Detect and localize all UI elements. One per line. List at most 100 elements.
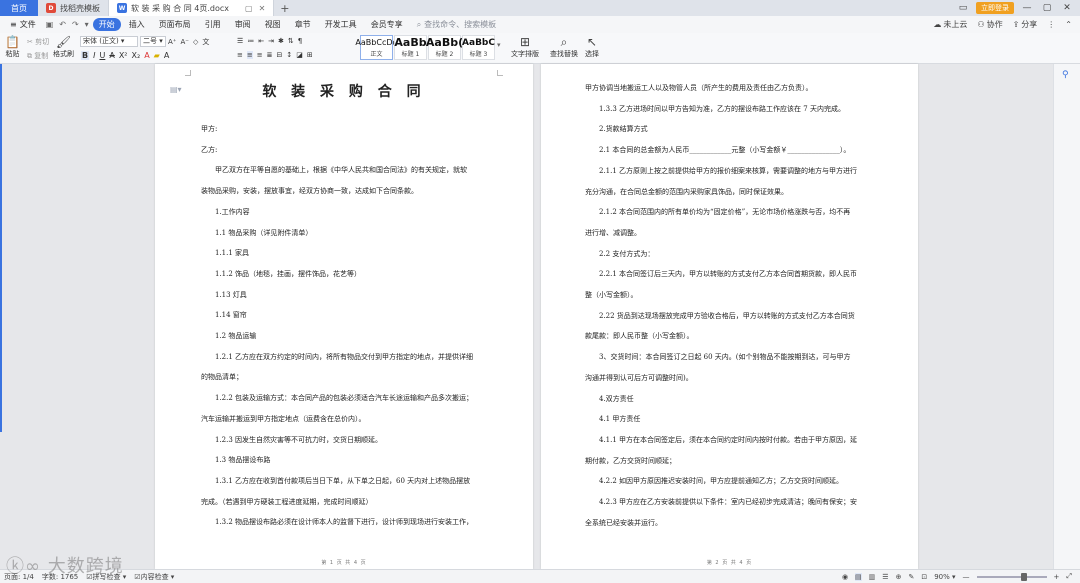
shading-icon[interactable]: ◪	[296, 51, 303, 59]
find-replace-button[interactable]: ⌕ 查找替换	[550, 36, 578, 59]
document-paragraph-line[interactable]: 1.13 灯具	[215, 285, 247, 306]
page-1[interactable]: 软 装 采 购 合 同 甲方: 乙方: 甲乙双方在平等自愿的基础上，根据《中华人民共…	[155, 64, 533, 569]
document-paragraph-line[interactable]: 乙方:	[201, 140, 217, 161]
document-paragraph-line[interactable]: 4.1 甲方责任	[599, 409, 640, 430]
document-paragraph-line[interactable]: 1.2.2 包装及运输方式：本合同产品的包装必须适合汽车长途运输和产品多次搬运；	[215, 388, 473, 409]
document-paragraph-line[interactable]: 进行增、减调整。	[585, 223, 641, 244]
pen-icon[interactable]: ✎	[908, 573, 914, 581]
menu-member[interactable]: 会员专享	[365, 18, 409, 31]
collapse-ribbon-icon[interactable]: ⌃	[1065, 19, 1072, 30]
collaborate-button[interactable]: ⚇ 协作	[977, 19, 1002, 30]
more-icon[interactable]: ▾	[83, 20, 91, 29]
select-button[interactable]: ↖ 选择	[585, 36, 599, 59]
cut-button[interactable]: ✂ 剪切	[27, 37, 49, 47]
document-paragraph-line[interactable]: 3、交货时间：本合同签订之日起 60 天内。(如个别物品不能按期到达，可与甲方	[599, 347, 851, 368]
sort-icon[interactable]: ⇅	[288, 37, 294, 45]
fullscreen-icon[interactable]: ⤢	[1066, 572, 1072, 581]
font-size-select[interactable]: 二号 ▾	[140, 36, 166, 47]
login-button[interactable]: 立即登录	[976, 2, 1014, 14]
document-paragraph-line[interactable]: 2.货款结算方式	[599, 119, 648, 140]
bold-icon[interactable]: B	[81, 51, 90, 60]
document-paragraph-line[interactable]: 的物品清单；	[201, 367, 243, 388]
text-layout-button[interactable]: ⊞ 文字排版	[511, 36, 539, 59]
eye-protection-icon[interactable]: ◉	[842, 573, 848, 581]
redo-icon[interactable]: ↷	[70, 20, 81, 29]
document-paragraph-line[interactable]: 1.2.3 因发生自然灾害等不可抗力时，交货日期顺延。	[215, 430, 382, 451]
tab-menu-icon[interactable]: ▢	[245, 4, 253, 13]
format-painter-button[interactable]: 🖌 格式刷	[53, 36, 74, 59]
document-paragraph-line[interactable]: 1.14 窗帘	[215, 305, 247, 326]
menu-page-layout[interactable]: 页面布局	[153, 18, 197, 31]
document-paragraph-line[interactable]: 整（小写金额）。	[585, 285, 638, 306]
bullet-list-icon[interactable]: ☰	[237, 37, 243, 45]
document-title[interactable]: 软 装 采 购 合 同	[155, 81, 533, 101]
strikethrough-icon[interactable]: A	[109, 51, 114, 60]
document-paragraph-line[interactable]: 完成。（若遇到甲方硬装工程进度延期，完成时间顺延）	[201, 492, 373, 513]
new-tab-button[interactable]: +	[274, 0, 295, 16]
file-menu[interactable]: ≡ 文件	[4, 18, 42, 31]
document-paragraph-line[interactable]: 4.1.1 甲方在本合同签定后，须在本合同约定时间内按时付款。若由于甲方原因，延	[599, 430, 857, 451]
document-paragraph-line[interactable]: 1.3.1 乙方应在收到首付款项后当日下单，从下单之日起，60 天内对上述物品摆…	[215, 471, 470, 492]
zoom-slider[interactable]	[976, 572, 1047, 581]
maximize-icon[interactable]: ▢	[1040, 3, 1054, 13]
document-paragraph-line[interactable]: 汽车运输并搬运到甲方指定地点（运费含在总价内）。	[201, 409, 366, 430]
align-right-icon[interactable]: ≡	[257, 51, 263, 59]
chinese-layout-icon[interactable]: ✱	[278, 37, 284, 45]
document-paragraph-line[interactable]: 2.22 货品到达现场摆放完成甲方验收合格后，甲方以转账的方式支付乙方本合同货	[599, 306, 855, 327]
style-heading-2[interactable]: AaBb( 标题 2	[426, 35, 463, 60]
menu-view[interactable]: 视图	[259, 18, 287, 31]
document-paragraph-line[interactable]: 1.3.2 物品摆设布路必须在设计师本人的监督下进行，设计师到现场进行安装工作，	[215, 512, 473, 533]
close-window-icon[interactable]: ✕	[1060, 3, 1074, 13]
border-icon[interactable]: ⊞	[307, 51, 313, 59]
clear-format-icon[interactable]: ◇	[193, 38, 198, 46]
more-options-icon[interactable]: ⋮	[1047, 19, 1055, 30]
document-paragraph-line[interactable]: 1.1.1 家具	[215, 243, 249, 264]
style-heading-3[interactable]: AaBbC 标题 3	[462, 35, 495, 60]
outline-view-icon[interactable]: ☰	[882, 573, 888, 581]
zoom-in-button[interactable]: +	[1054, 573, 1060, 581]
menu-developer[interactable]: 开发工具	[319, 18, 363, 31]
document-paragraph-line[interactable]: 甲乙双方在平等自愿的基础上，根据《中华人民共和国合同法》的有关规定，就软	[215, 160, 467, 181]
read-view-icon[interactable]: ▥	[869, 573, 876, 581]
document-paragraph-line[interactable]: 全系统已经安装并运行。	[585, 513, 662, 534]
document-paragraph-line[interactable]: 4.双方责任	[599, 389, 634, 410]
save-icon[interactable]: ▣	[44, 20, 56, 29]
tab-template[interactable]: D 找稻壳模板	[38, 0, 109, 16]
char-border-icon[interactable]: A	[164, 51, 169, 60]
document-paragraph-line[interactable]: 甲方:	[201, 119, 217, 140]
align-center-icon[interactable]: ≡	[246, 51, 253, 59]
document-paragraph-line[interactable]: 1.3 物品摆设布路	[215, 450, 270, 471]
tab-close-icon[interactable]: ✕	[259, 4, 266, 13]
zoom-level[interactable]: 90% ▾	[934, 573, 955, 581]
font-color-icon[interactable]: A	[144, 51, 149, 60]
document-paragraph-line[interactable]: 2.1.1 乙方原则上按之前提供给甲方的报价细案来核算，需要调整的地方与甲方进行	[599, 161, 857, 182]
web-view-icon[interactable]: ⊕	[896, 573, 902, 581]
content-check-button[interactable]: ☑内容检查 ▾	[134, 572, 174, 582]
document-paragraph-line[interactable]: 期付款，乙方交货时间顺延；	[585, 451, 676, 472]
zoom-fit-icon[interactable]: ⊡	[921, 573, 927, 581]
menu-review[interactable]: 审阅	[229, 18, 257, 31]
italic-icon[interactable]: I	[93, 51, 95, 60]
phonetic-icon[interactable]: 文	[202, 37, 209, 47]
menu-section[interactable]: 章节	[289, 18, 317, 31]
grow-font-icon[interactable]: A⁺	[168, 38, 176, 46]
underline-icon[interactable]: U	[99, 51, 105, 60]
command-search[interactable]: ⌕ 查找命令、搜索模板	[417, 19, 496, 30]
zoom-out-button[interactable]: —	[963, 573, 970, 581]
document-paragraph-line[interactable]: 款尾款：即人民币整（小写金额）。	[585, 326, 694, 347]
tab-home[interactable]: 首页	[0, 0, 38, 16]
style-heading-1[interactable]: AaBb 标题 1	[394, 35, 427, 60]
undo-icon[interactable]: ↶	[57, 20, 68, 29]
document-paragraph-line[interactable]: 4.2.2 如因甲方原因推迟安装时间，甲方应提前通知乙方；乙方交货时间顺延。	[599, 471, 843, 492]
subscript-icon[interactable]: X₂	[132, 51, 141, 60]
document-paragraph-line[interactable]: 2.1 本合同的总金额为人民币____________元整（小写金额￥_____…	[599, 140, 850, 161]
style-normal[interactable]: AaBbCcDd 正文	[355, 35, 398, 60]
superscript-icon[interactable]: X²	[119, 51, 128, 60]
number-list-icon[interactable]: ≔	[247, 37, 254, 45]
nav-pane-icon[interactable]: ▤▾	[170, 85, 182, 94]
document-paragraph-line[interactable]: 2.1.2 本合同范围内的所有单价均为“固定价格”，无论市场价格涨跌与否，均不再	[599, 202, 850, 223]
increase-indent-icon[interactable]: ⇥	[268, 37, 274, 45]
document-paragraph-line[interactable]: 1.3.3 乙方进场时间以甲方告知为准，乙方的摆设布路工作应该在 7 天内完成。	[599, 99, 845, 120]
document-paragraph-line[interactable]: 1.1.2 饰品（地毯，挂画，摆件饰品，花艺等）	[215, 264, 361, 285]
align-left-icon[interactable]: ≡	[237, 51, 243, 59]
